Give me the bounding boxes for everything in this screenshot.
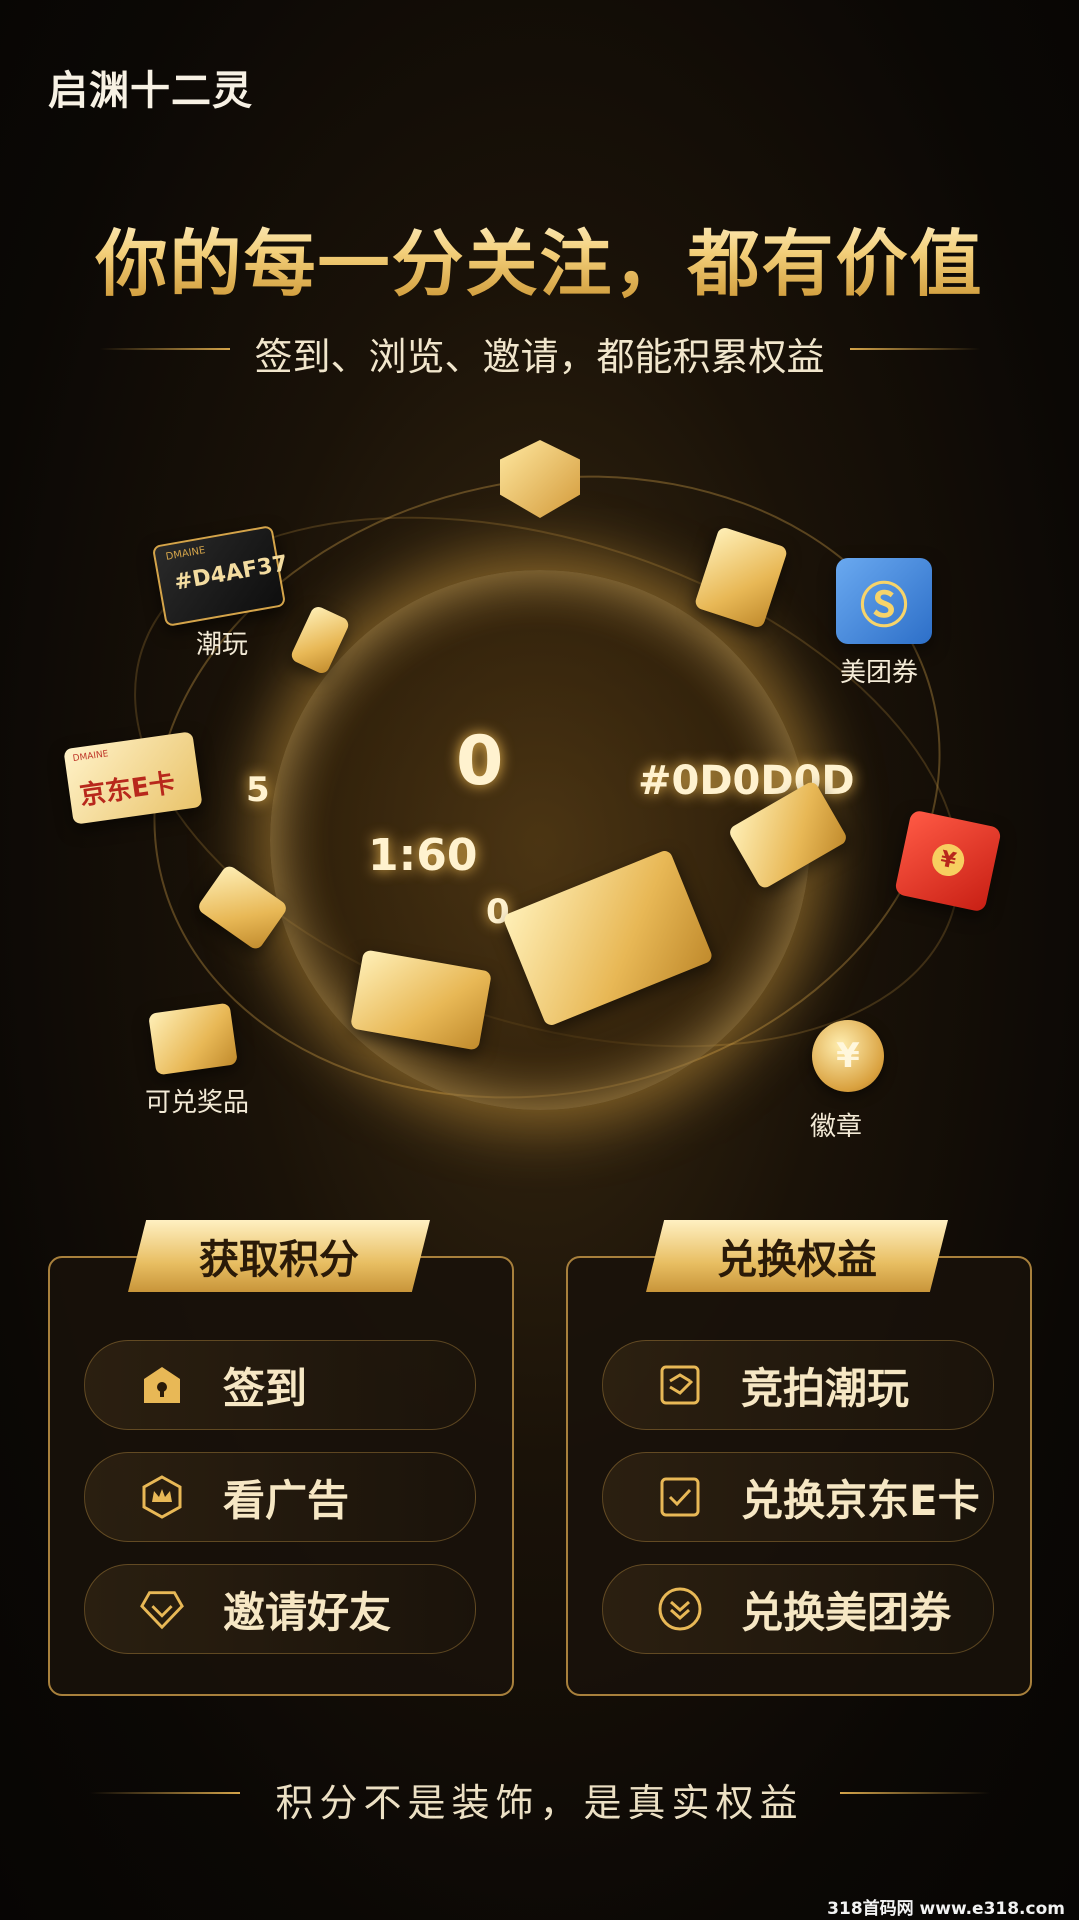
jd-card-icon <box>657 1474 703 1520</box>
redeem-meituan-item[interactable]: 兑换美团券 <box>602 1564 994 1654</box>
auction-toy-label: 竞拍潮玩 <box>741 1363 910 1413</box>
footer-slogan: 积分不是装饰，是真实权益 <box>275 1781 804 1825</box>
footer-divider-right <box>840 1792 990 1794</box>
redeem-panel-title: 兑换权益 <box>646 1220 948 1292</box>
label-prizes: 可兑奖品 <box>145 1088 250 1118</box>
label-badge: 徽章 <box>810 1112 863 1142</box>
yuan-icon: ¥ <box>929 841 968 879</box>
orb-number: 0 <box>456 722 504 801</box>
invite-heart-icon <box>139 1586 185 1632</box>
redeem-jd-card-label: 兑换京东E卡 <box>741 1475 980 1525</box>
check-in-icon <box>139 1362 185 1408</box>
divider-right <box>850 348 980 350</box>
orb-time: 1:60 <box>368 830 478 881</box>
auction-toy-item[interactable]: 竞拍潮玩 <box>602 1340 994 1430</box>
coupon-icon <box>657 1586 703 1632</box>
auction-icon <box>657 1362 703 1408</box>
brand-title: 启渊十二灵 <box>48 68 253 114</box>
jd-card-text: 京东E卡 <box>77 768 177 812</box>
watch-ad-label: 看广告 <box>223 1475 350 1525</box>
ad-crown-icon <box>139 1474 185 1520</box>
jd-card-brand: DMAINE <box>72 749 110 765</box>
label-chaowan: 潮玩 <box>196 630 249 660</box>
badge-coin-icon[interactable]: ¥ <box>812 1020 884 1092</box>
orb-number: 5 <box>246 770 270 810</box>
card-brand: DMAINE <box>165 545 207 563</box>
checkin-label: 签到 <box>223 1363 308 1413</box>
redeem-meituan-label: 兑换美团券 <box>741 1587 952 1637</box>
prize-envelope-icon[interactable] <box>148 1002 238 1076</box>
watermark: 318首码网 www.e318.com <box>827 1899 1065 1919</box>
headline: 你的每一分关注，都有价值 <box>0 205 1079 310</box>
invite-friends-item[interactable]: 邀请好友 <box>84 1564 476 1654</box>
watch-ad-item[interactable]: 看广告 <box>84 1452 476 1542</box>
golden-orb <box>270 570 810 1110</box>
subline: 签到、浏览、邀请，都能积累权益 <box>254 335 825 379</box>
earn-panel-title: 获取积分 <box>128 1220 430 1292</box>
checkin-item[interactable]: 签到 <box>84 1340 476 1430</box>
label-meituan: 美团券 <box>840 658 919 688</box>
invite-friends-label: 邀请好友 <box>223 1587 392 1637</box>
redeem-jd-card-item[interactable]: 兑换京东E卡 <box>602 1452 994 1542</box>
meituan-icon[interactable]: Ⓢ <box>836 558 932 644</box>
red-envelope-icon[interactable]: ¥ <box>894 809 1002 913</box>
